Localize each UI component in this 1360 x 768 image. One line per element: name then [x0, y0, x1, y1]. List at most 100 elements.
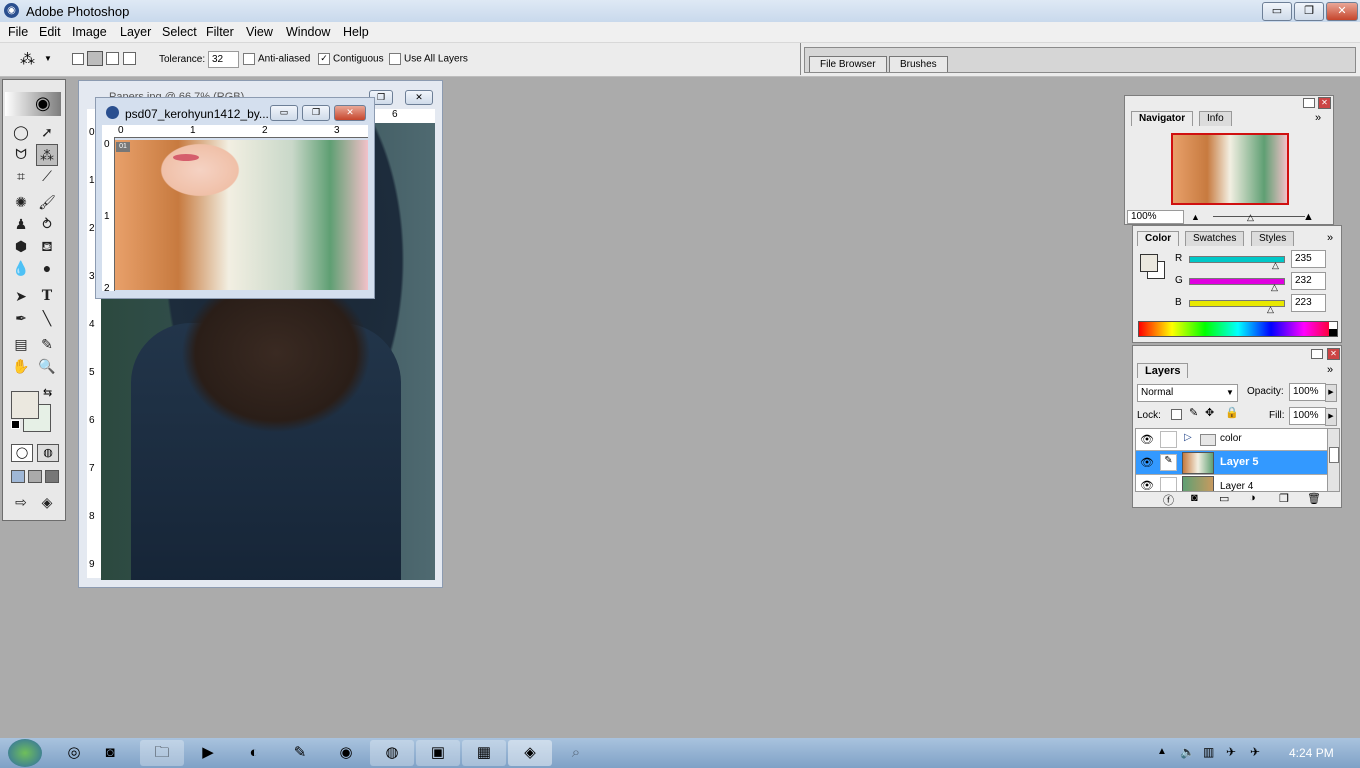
new-set-icon[interactable]: ▭ [1219, 492, 1229, 505]
new-selection-icon[interactable] [72, 53, 84, 65]
fill-input[interactable]: 100% [1289, 407, 1326, 425]
color-ramp-bw[interactable] [1329, 322, 1337, 336]
tolerance-input[interactable]: 32 [208, 51, 239, 68]
start-button[interactable] [8, 739, 42, 767]
tab-brushes[interactable]: Brushes [889, 56, 948, 72]
tab-info[interactable]: Info [1199, 111, 1232, 126]
panel-close-button[interactable]: ✕ [1318, 97, 1331, 109]
subtract-selection-icon[interactable] [106, 52, 119, 65]
document-front-close-button[interactable]: ✕ [334, 105, 366, 121]
explorer-icon[interactable]: 🗀 [140, 740, 184, 766]
document-front-restore-button[interactable]: ❐ [302, 105, 330, 121]
layer-row[interactable]: 👁 ✎ Layer 5 [1136, 451, 1328, 475]
minimize-button[interactable]: ▭ [1262, 2, 1292, 21]
magic-wand-icon[interactable]: ⁂ [36, 144, 58, 166]
quick-mask-icon[interactable]: ◍ [37, 444, 59, 462]
menu-image[interactable]: Image [72, 25, 107, 39]
scrollbar-thumb[interactable] [1329, 447, 1339, 463]
menu-layer[interactable]: Layer [120, 25, 151, 39]
document-window-front[interactable]: psd07_kerohyun1412_by... ▭ ❐ ✕ 0 1 2 3 0… [95, 97, 375, 299]
anti-aliased-checkbox[interactable]: Anti-aliased [243, 53, 310, 65]
zoom-slider-thumb[interactable]: △ [1247, 212, 1254, 223]
magic-wand-preset-icon[interactable]: ⁂ [20, 50, 35, 68]
layer-row[interactable]: 👁 ▷ color [1136, 429, 1328, 451]
channel-r-slider[interactable] [1189, 256, 1285, 263]
eraser-icon[interactable]: ⬢ [11, 236, 31, 256]
contiguous-checkbox[interactable]: ✓ Contiguous [318, 53, 384, 65]
channel-g-thumb[interactable]: △ [1271, 282, 1278, 293]
eyedropper-icon[interactable]: ✎ [37, 334, 57, 354]
line-icon[interactable]: ╲ [37, 308, 57, 328]
tab-layers[interactable]: Layers [1137, 363, 1189, 378]
tab-navigator[interactable]: Navigator [1131, 111, 1194, 126]
adjustment-layer-icon[interactable]: ◑ [1249, 492, 1256, 504]
document-front-minimize-button[interactable]: ▭ [270, 105, 298, 121]
layer-style-icon[interactable]: ⓕ [1163, 492, 1174, 508]
clone-stamp-icon[interactable]: ♟ [11, 214, 31, 234]
network-icon[interactable]: ▥ [1203, 745, 1214, 759]
pen-icon[interactable]: ✒ [11, 308, 31, 328]
hand-icon[interactable]: ✋ [11, 356, 31, 376]
menu-view[interactable]: View [246, 25, 273, 39]
excel-icon[interactable]: ▦ [462, 740, 506, 766]
search-icon[interactable]: ⌕ [554, 740, 598, 766]
blend-mode-select[interactable]: Normal ▼ [1137, 384, 1238, 402]
canvas-photo-front[interactable]: 01 [115, 140, 368, 290]
tab-color[interactable]: Color [1137, 231, 1180, 246]
taskbar-app-icon[interactable]: ◎ [54, 740, 94, 766]
document-back-close-button[interactable]: ✕ [405, 90, 433, 105]
eye-icon[interactable]: 👁 [1140, 456, 1154, 469]
close-button[interactable]: ✕ [1326, 2, 1358, 21]
standard-mode-icon[interactable]: ◯ [11, 444, 33, 462]
color-ramp[interactable] [1138, 321, 1338, 337]
screen-mode-full-icon[interactable] [45, 470, 59, 483]
slice-icon[interactable]: ⟋ [37, 166, 57, 186]
notes-icon[interactable]: ▤ [11, 334, 31, 354]
channel-r-thumb[interactable]: △ [1272, 260, 1279, 271]
panel-menu-icon[interactable]: » [1327, 364, 1333, 376]
foreground-color-swatch[interactable] [11, 391, 39, 419]
taskbar-app-icon[interactable]: ◙ [92, 740, 128, 766]
lock-brush-icon[interactable]: ✎ [1189, 406, 1198, 419]
imageready-icon[interactable]: ◈ [37, 492, 57, 512]
dodge-icon[interactable]: ● [37, 258, 57, 278]
default-colors-icon[interactable] [11, 420, 20, 429]
channel-r-input[interactable]: 235 [1291, 250, 1326, 268]
menu-select[interactable]: Select [162, 25, 197, 39]
media-player-icon[interactable]: ▶ [186, 740, 230, 766]
opacity-input[interactable]: 100% [1289, 383, 1326, 401]
link-cell[interactable] [1160, 477, 1177, 491]
tab-swatches[interactable]: Swatches [1185, 231, 1245, 246]
opacity-arrow-icon[interactable]: ▶ [1325, 384, 1337, 402]
screen-mode-menubar-icon[interactable] [28, 470, 42, 483]
photoshop-taskbar-icon[interactable]: ◈ [508, 740, 552, 766]
expand-triangle-icon[interactable]: ▷ [1184, 432, 1192, 443]
layer-mask-icon[interactable]: ◙ [1191, 492, 1198, 504]
contiguous-box[interactable]: ✓ [318, 53, 330, 65]
channel-b-input[interactable]: 223 [1291, 294, 1326, 312]
taskbar-app-icon[interactable]: ◐ [232, 740, 276, 766]
taskbar-window-icon[interactable]: ▣ [416, 740, 460, 766]
zoom-input[interactable]: 100% [1127, 210, 1184, 224]
layers-scrollbar[interactable] [1327, 428, 1340, 492]
lock-move-icon[interactable]: ✥ [1205, 406, 1214, 419]
tray-app-icon[interactable]: ✈ [1250, 745, 1260, 759]
new-layer-icon[interactable]: ❐ [1279, 492, 1289, 505]
menu-filter[interactable]: Filter [206, 25, 234, 39]
channel-g-input[interactable]: 232 [1291, 272, 1326, 290]
menu-window[interactable]: Window [286, 25, 330, 39]
tab-styles[interactable]: Styles [1251, 231, 1295, 246]
lock-all-icon[interactable]: 🔒 [1225, 406, 1239, 419]
panel-minimize-button[interactable] [1303, 98, 1315, 108]
chrome-icon[interactable]: ◉ [324, 740, 368, 766]
healing-brush-icon[interactable]: ✺ [11, 192, 31, 212]
swap-colors-icon[interactable]: ⇆ [43, 386, 52, 399]
taskbar-app-icon[interactable]: ✎ [278, 740, 322, 766]
lock-transparency-icon[interactable] [1171, 409, 1182, 420]
paint-bucket-icon[interactable]: ⛾ [37, 236, 57, 256]
panel-menu-icon[interactable]: » [1315, 112, 1321, 124]
marquee-icon[interactable]: ◯ [11, 122, 31, 142]
fill-arrow-icon[interactable]: ▶ [1325, 408, 1337, 426]
lasso-icon[interactable]: ᗢ [11, 144, 31, 164]
eye-icon[interactable]: 👁 [1140, 479, 1154, 491]
